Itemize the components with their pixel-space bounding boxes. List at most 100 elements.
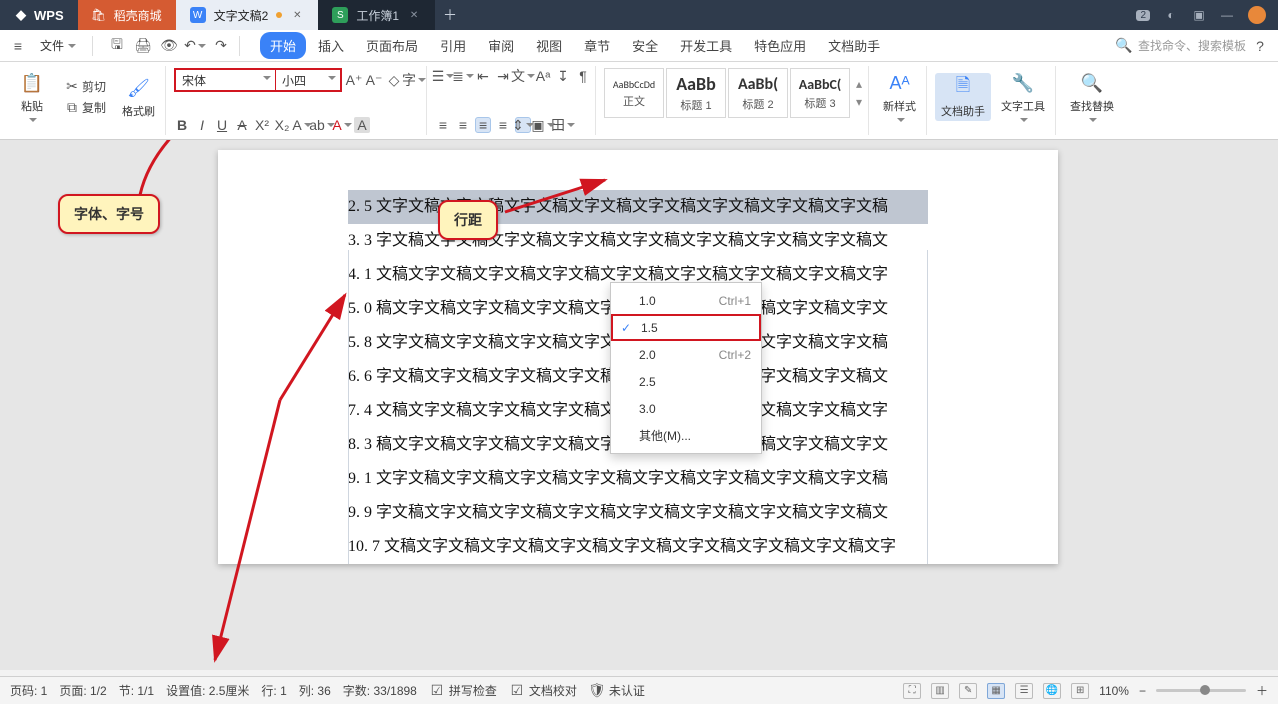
file-menu[interactable]: 文件 — [34, 35, 82, 56]
style-heading1[interactable]: AaBb标题 1 — [666, 68, 726, 118]
tab-store[interactable]: 🛍 稻壳商城 — [78, 0, 176, 30]
bullets-icon[interactable]: ☰ — [435, 68, 451, 84]
phonetic-guide-icon[interactable]: 字 — [406, 72, 422, 88]
style-normal[interactable]: AaBbCcDd正文 — [604, 68, 664, 118]
highlight-icon[interactable]: ab — [314, 117, 330, 133]
help-icon[interactable]: ? — [1252, 38, 1268, 54]
sb-section[interactable]: 节: 1/1 — [119, 682, 154, 699]
save-icon[interactable]: 🖫 — [109, 38, 125, 54]
zoom-fit-icon[interactable]: ⊞ — [1071, 683, 1089, 699]
line-spacing-option[interactable]: 2.0Ctrl+2 — [611, 341, 761, 368]
format-painter-button[interactable]: 🖌 格式刷 — [116, 73, 161, 121]
ribbon-tab-security[interactable]: 安全 — [622, 32, 668, 59]
char-shading-icon[interactable]: A — [354, 117, 370, 133]
minimize-icon[interactable]: — — [1220, 8, 1234, 22]
text-tools-button[interactable]: 🔧文字工具 — [995, 68, 1051, 126]
grow-font-icon[interactable]: A⁺ — [346, 72, 362, 88]
hamburger-icon[interactable]: ≡ — [10, 38, 26, 54]
ribbon-tab-view[interactable]: 视图 — [526, 32, 572, 59]
line-spacing-option[interactable]: 其他(M)... — [611, 422, 761, 449]
ribbon-tab-references[interactable]: 引用 — [430, 32, 476, 59]
avatar[interactable] — [1248, 6, 1266, 24]
paste-button[interactable]: 📋 粘贴 — [10, 68, 54, 126]
document-line[interactable]: 3. 3 字文稿文字文稿文字文稿文字文稿文字文稿文字文稿文字文稿文字文稿文 — [348, 224, 928, 258]
ribbon-tab-developer[interactable]: 开发工具 — [670, 32, 742, 59]
text-effect-icon[interactable]: A — [294, 117, 310, 133]
align-justify-icon[interactable]: ≡ — [495, 117, 511, 133]
sb-chars[interactable]: 字数: 33/1898 — [343, 682, 417, 699]
font-size-select[interactable]: 小四 — [276, 70, 340, 90]
reading-view-icon[interactable]: ▥ — [931, 683, 949, 699]
document-line[interactable]: 9. 9 字文稿文字文稿文字文稿文字文稿文字文稿文字文稿文字文稿文字文稿文 — [348, 496, 928, 530]
document-line[interactable]: 9. 1 文字文稿文字文稿文字文稿文字文稿文字文稿文字文稿文字文稿文字文稿 — [348, 462, 928, 496]
web-view-icon[interactable]: 🌐 — [1043, 683, 1061, 699]
align-left-icon[interactable]: ≡ — [435, 117, 451, 133]
sb-page-number[interactable]: 页码: 1 — [10, 682, 47, 699]
sb-col[interactable]: 列: 36 — [299, 682, 331, 699]
sb-setting[interactable]: 设置值: 2.5厘米 — [166, 682, 249, 699]
layout-icon[interactable]: ▣ — [1192, 8, 1206, 22]
subscript-icon[interactable]: X₂ — [274, 117, 290, 133]
line-spacing-option[interactable]: 1.5 — [611, 314, 761, 341]
style-heading2[interactable]: AaBb(标题 2 — [728, 68, 788, 118]
ribbon-tab-section[interactable]: 章节 — [574, 32, 620, 59]
sb-auth[interactable]: 🛡未认证 — [589, 682, 645, 699]
font-name-select[interactable]: 宋体 — [176, 70, 276, 90]
style-gallery-scroll[interactable]: ▴▾ — [854, 77, 864, 109]
ribbon-tab-page-layout[interactable]: 页面布局 — [356, 32, 428, 59]
ribbon-tab-review[interactable]: 审阅 — [478, 32, 524, 59]
tab-workbook[interactable]: S 工作簿1 ✕ — [318, 0, 435, 30]
superscript-icon[interactable]: X² — [254, 117, 270, 133]
text-direction-icon[interactable]: 文 — [515, 68, 531, 84]
redo-icon[interactable]: ↷ — [213, 38, 229, 54]
increase-indent-icon[interactable]: ⇥ — [495, 68, 511, 84]
ribbon-tab-doc-helper[interactable]: 文档助手 — [818, 32, 890, 59]
ribbon-tab-insert[interactable]: 插入 — [308, 32, 354, 59]
new-tab-button[interactable]: ＋ — [435, 5, 465, 25]
zoom-in-icon[interactable]: ＋ — [1256, 682, 1268, 699]
cut-button[interactable]: ✂剪切 — [60, 76, 110, 97]
ribbon-tab-home[interactable]: 开始 — [260, 32, 306, 59]
print-preview-icon[interactable]: 👁 — [161, 38, 177, 54]
ribbon-tab-special[interactable]: 特色应用 — [744, 32, 816, 59]
doc-helper-button[interactable]: 🗎文档助手 — [935, 73, 991, 121]
sb-spellcheck[interactable]: ☑拼写检查 — [429, 682, 497, 699]
sort-icon[interactable]: ↧ — [555, 68, 571, 84]
sb-page[interactable]: 页面: 1/2 — [59, 682, 106, 699]
skin-icon[interactable]: ◐ — [1164, 8, 1178, 22]
undo-icon[interactable]: ↶ — [187, 38, 203, 54]
align-center-icon[interactable]: ≡ — [455, 117, 471, 133]
decrease-indent-icon[interactable]: ⇤ — [475, 68, 491, 84]
numbering-icon[interactable]: ≣ — [455, 68, 471, 84]
zoom-slider[interactable] — [1156, 689, 1246, 692]
search-input[interactable]: 查找命令、搜索模板 — [1138, 37, 1246, 54]
notification-badge[interactable]: 2 — [1136, 10, 1150, 21]
print-icon[interactable]: 🖨 — [135, 38, 151, 54]
underline-icon[interactable]: U — [214, 117, 230, 133]
line-spacing-option[interactable]: 1.0Ctrl+1 — [611, 287, 761, 314]
line-spacing-option[interactable]: 3.0 — [611, 395, 761, 422]
tab-document-active[interactable]: W 文字文稿2 ✕ — [176, 0, 319, 30]
new-style-button[interactable]: Aᴬ新样式 — [877, 68, 922, 126]
zoom-out-icon[interactable]: − — [1139, 684, 1146, 698]
strikethrough-icon[interactable]: A — [234, 117, 250, 133]
fullscreen-icon[interactable]: ⛶ — [903, 683, 921, 699]
search-icon[interactable]: 🔍 — [1116, 38, 1132, 54]
close-icon[interactable]: ✕ — [407, 8, 421, 22]
copy-button[interactable]: ⧉复制 — [60, 97, 110, 118]
document-line[interactable]: 2. 5 文字文稿文字文稿文字文稿文字文稿文字文稿文字文稿文字文稿文字文稿 — [348, 190, 928, 224]
show-marks-icon[interactable]: ¶ — [575, 68, 591, 84]
font-color-icon[interactable]: A — [334, 117, 350, 133]
sb-proof[interactable]: ☑文档校对 — [509, 682, 577, 699]
line-spacing-option[interactable]: 2.5 — [611, 368, 761, 395]
line-spacing-icon[interactable]: ⇕ — [515, 117, 531, 133]
italic-icon[interactable]: I — [194, 117, 210, 133]
style-heading3[interactable]: AaBbC(标题 3 — [790, 68, 850, 118]
align-right-icon[interactable]: ≡ — [475, 117, 491, 133]
clear-format-icon[interactable]: ◇ — [386, 72, 402, 88]
close-icon[interactable]: ✕ — [290, 8, 304, 22]
editor-area[interactable]: 2. 5 文字文稿文字文稿文字文稿文字文稿文字文稿文字文稿文字文稿文字文稿3. … — [0, 140, 1278, 670]
page-view-icon[interactable]: ▦ — [987, 683, 1005, 699]
bold-icon[interactable]: B — [174, 117, 190, 133]
zoom-value[interactable]: 110% — [1099, 684, 1129, 698]
